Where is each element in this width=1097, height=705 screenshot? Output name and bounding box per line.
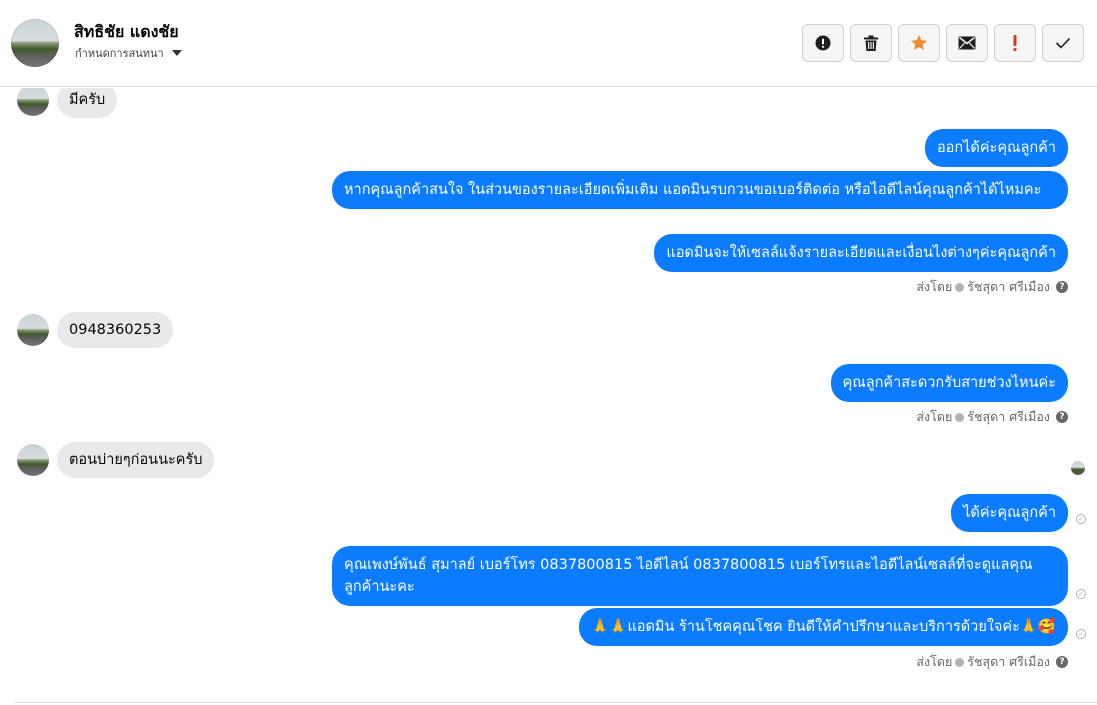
message-bubble-outgoing[interactable]: ได้ค่ะคุณลูกค้า — [951, 494, 1068, 532]
contact-avatar-small — [17, 314, 49, 346]
sent-by-label: ส่งโดย — [916, 409, 953, 424]
incoming-message: ตอนบ่ายๆก่อนนะครับ — [17, 442, 215, 478]
message-bubble-outgoing[interactable]: 🙏🙏แอดมิน ร้านโชคคุณโชค ยินดีให้คำปรึกษาแ… — [579, 608, 1068, 646]
composer-divider — [14, 702, 1097, 703]
sent-by-agent: รัชสุดา ศรีเมือง — [967, 279, 1050, 294]
delivered-check-icon: ✓ — [1076, 589, 1086, 599]
seen-indicator-avatar — [1071, 461, 1085, 475]
sent-by-agent: รัชสุดา ศรีเมือง — [967, 409, 1050, 424]
caret-down-icon — [171, 50, 182, 56]
message-bubble-outgoing[interactable]: ออกได้ค่ะคุณลูกค้า — [924, 129, 1068, 167]
sent-by-info: ส่งโดย รัชสุดา ศรีเมือง ? — [916, 277, 1068, 297]
message-bubble-outgoing[interactable]: แอดมินจะให้เซลล์แจ้งรายละเอียดและเงื่อนไ… — [654, 234, 1068, 272]
check-icon — [1055, 37, 1071, 49]
delivered-check-icon: ✓ — [1076, 629, 1086, 639]
incoming-message: มีครับ — [17, 88, 118, 118]
message-bubble[interactable]: มีครับ — [57, 88, 118, 118]
alert-circle-icon — [815, 35, 831, 51]
contact-avatar-small — [17, 88, 49, 116]
envelope-icon — [958, 36, 976, 50]
sent-by-info: ส่งโดย รัชสุดา ศรีเมือง ? — [916, 652, 1068, 672]
help-icon[interactable]: ? — [1056, 411, 1068, 423]
conversation-tag-label: กำหนดการสนทนา — [75, 47, 164, 60]
contact-avatar-small — [17, 444, 49, 476]
message-bubble-outgoing[interactable]: คุณลูกค้าสะดวกรับสายช่วงไหนค่ะ — [830, 364, 1068, 402]
delivered-check-icon: ✓ — [1076, 514, 1086, 524]
trash-icon — [864, 35, 878, 51]
message-bubble[interactable]: ตอนบ่ายๆก่อนนะครับ — [57, 442, 215, 478]
sent-by-info: ส่งโดย รัชสุดา ศรีเมือง ? — [916, 407, 1068, 427]
done-button[interactable] — [1042, 24, 1084, 62]
message-bubble-outgoing[interactable]: คุณเพงษ์พันธ์ สุมาลย์ เบอร์โทร 083780081… — [332, 546, 1068, 606]
sent-by-agent: รัชสุดา ศรีเมือง — [967, 654, 1050, 669]
agent-status-icon — [955, 412, 965, 422]
agent-status-icon — [955, 282, 965, 292]
important-button[interactable] — [994, 24, 1036, 62]
help-icon[interactable]: ? — [1056, 656, 1068, 668]
conversation-header: สิทธิชัย แดงชัย กำหนดการสนทนา — [0, 0, 1097, 87]
agent-status-icon — [955, 657, 965, 667]
exclamation-icon — [1013, 35, 1017, 52]
contact-avatar[interactable] — [11, 19, 59, 67]
report-button[interactable] — [802, 24, 844, 62]
help-icon[interactable]: ? — [1056, 281, 1068, 293]
delete-button[interactable] — [850, 24, 892, 62]
conversation-toolbar — [802, 24, 1084, 62]
sent-by-label: ส่งโดย — [916, 279, 953, 294]
message-bubble-outgoing[interactable]: หากคุณลูกค้าสนใจ ในส่วนของรายละเอียดเพิ่… — [332, 171, 1068, 209]
star-icon — [911, 35, 927, 51]
mail-button[interactable] — [946, 24, 988, 62]
conversation-tag-dropdown[interactable]: กำหนดการสนทนา — [75, 44, 182, 62]
message-bubble[interactable]: 0948360253 — [57, 312, 174, 348]
sent-by-label: ส่งโดย — [916, 654, 953, 669]
incoming-message: 0948360253 — [17, 312, 174, 348]
star-button[interactable] — [898, 24, 940, 62]
contact-name[interactable]: สิทธิชัย แดงชัย — [74, 20, 179, 45]
message-thread[interactable]: มีครับ ออกได้ค่ะคุณลูกค้า หากคุณลูกค้าสน… — [0, 88, 1097, 705]
